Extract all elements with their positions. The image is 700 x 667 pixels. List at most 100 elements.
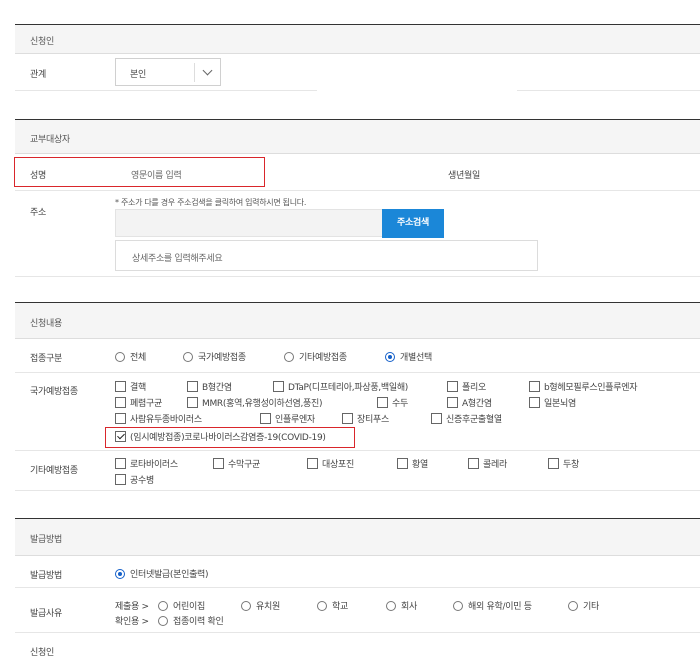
radio-selected-icon [385,352,395,362]
checkbox-icon [307,458,318,469]
checkbox-icon [213,458,224,469]
radio-icon [158,601,168,611]
relation-row: 관계 본인 [15,54,700,91]
other-item[interactable]: 두창 [548,457,579,470]
national-item[interactable]: 폐렴구균 [115,396,162,409]
national-item[interactable]: DTaP(디프테리아,파상풍,백일해) [273,380,408,393]
checkbox-icon [187,397,198,408]
other-item[interactable]: 대상포진 [307,457,354,470]
radio-icon [241,601,251,611]
type-option-all[interactable]: 전체 [115,350,146,363]
reason-option[interactable]: 유치원 [241,599,280,612]
checkbox-icon [397,458,408,469]
national-item[interactable]: B형간염 [187,380,232,393]
radio-icon [317,601,327,611]
checkbox-icon [548,458,559,469]
birth-label: 생년월일 [448,171,480,181]
checkbox-icon [115,381,126,392]
radio-icon [284,352,294,362]
relation-value: 본인 [130,70,146,80]
section-application-header: 신청내용 [15,302,700,339]
checkbox-icon [447,397,458,408]
submit-prefix: 제출용 > [115,602,149,612]
issue-applicant-row: 신청인 [15,633,700,667]
checkbox-icon [115,458,126,469]
other-item[interactable]: 로타바이러스 [115,457,178,470]
reason-option[interactable]: 회사 [386,599,417,612]
type-option-national[interactable]: 국가예방접종 [183,350,246,363]
other-item[interactable]: 콜레라 [468,457,507,470]
checkbox-icon [447,381,458,392]
checkbox-icon [377,397,388,408]
other-vaccination-label: 기타예방접종 [30,466,78,476]
issue-reason-row: 발급사유 제출용 > 어린이집 유치원 학교 회사 해외 유학/이민 등 기타 … [15,588,700,633]
other-item[interactable]: 황열 [397,457,428,470]
radio-icon [115,352,125,362]
relation-blank-area [317,68,517,91]
vaccination-type-row: 접종구분 전체 국가예방접종 기타예방접종 개별선택 [15,339,700,373]
detail-address-input[interactable]: 상세주소를 입력해주세요 [115,240,538,271]
address-search-button[interactable]: 주소검색 [382,209,444,238]
checkbox-icon [115,397,126,408]
section-title: 신청인 [30,37,54,47]
national-item[interactable]: 사람유두종바이러스 [115,412,202,425]
detail-address-placeholder: 상세주소를 입력해주세요 [132,254,223,264]
type-option-individual[interactable]: 개별선택 [385,350,432,363]
national-item[interactable]: 신증후군출혈열 [431,412,502,425]
address-label: 주소 [30,208,46,218]
reason-option[interactable]: 해외 유학/이민 등 [453,599,532,612]
section-recipient-header: 교부대상자 [15,119,700,154]
reason-option[interactable]: 기타 [568,599,599,612]
national-item[interactable]: 일본뇌염 [529,396,576,409]
national-item[interactable]: 인플루엔자 [260,412,315,425]
checkbox-icon [468,458,479,469]
reason-option[interactable]: 어린이집 [158,599,205,612]
radio-icon [453,601,463,611]
issue-method-row: 발급방법 인터넷발급(본인출력) [15,556,700,588]
covid19-highlight [105,427,355,448]
issue-method-option[interactable]: 인터넷발급(본인출력) [115,567,209,580]
other-item[interactable]: 수막구균 [213,457,260,470]
vaccination-certificate-form: 신청인 관계 본인 교부대상자 성명 영문이름 입력 생년월일 주소 * 주소가… [0,0,700,667]
national-vaccination-label: 국가예방접종 [30,387,78,397]
issue-applicant-label: 신청인 [30,648,54,658]
checkbox-icon [431,413,442,424]
radio-selected-icon [115,569,125,579]
relation-select[interactable]: 본인 [115,58,221,86]
national-item[interactable]: 장티푸스 [342,412,389,425]
checkbox-icon [115,474,126,485]
address-note: * 주소가 다를 경우 주소검색을 클릭하여 입력하시면 됩니다. [115,198,307,207]
section-title: 신청내용 [30,319,62,329]
issue-method-label: 발급방법 [30,571,62,581]
section-applicant-header: 신청인 [15,24,700,54]
checkbox-icon [529,397,540,408]
vaccination-type-label: 접종구분 [30,354,62,364]
radio-icon [183,352,193,362]
section-title: 발급방법 [30,535,62,545]
national-item[interactable]: 결핵 [115,380,146,393]
section-issue-header: 발급방법 [15,518,700,556]
checkbox-icon [342,413,353,424]
national-item[interactable]: 폴리오 [447,380,486,393]
checkbox-icon [260,413,271,424]
address-row: 주소 * 주소가 다를 경우 주소검색을 클릭하여 입력하시면 됩니다. 주소검… [15,191,700,277]
confirm-prefix: 확인용 > [115,617,149,627]
reason-option[interactable]: 학교 [317,599,348,612]
radio-icon [386,601,396,611]
address-input[interactable] [115,209,391,237]
checkbox-icon [115,413,126,424]
national-item[interactable]: 수두 [377,396,408,409]
select-divider [194,63,195,82]
section-title: 교부대상자 [30,135,70,145]
confirm-option[interactable]: 접종이력 확인 [158,614,224,627]
national-item[interactable]: A형간염 [447,396,492,409]
national-item[interactable]: MMR(홍역,유행성이하선염,풍진) [187,396,323,409]
chevron-down-icon [202,65,213,76]
national-item[interactable]: b형헤모필루스인플루엔자 [529,380,638,393]
type-option-other[interactable]: 기타예방접종 [284,350,347,363]
other-item[interactable]: 공수병 [115,473,154,486]
issue-reason-label: 발급사유 [30,609,62,619]
other-vaccination-row: 기타예방접종 로타바이러스 수막구균 대상포진 황열 콜레라 두창 공수병 [15,451,700,491]
relation-label: 관계 [30,70,46,80]
checkbox-icon [273,381,284,392]
